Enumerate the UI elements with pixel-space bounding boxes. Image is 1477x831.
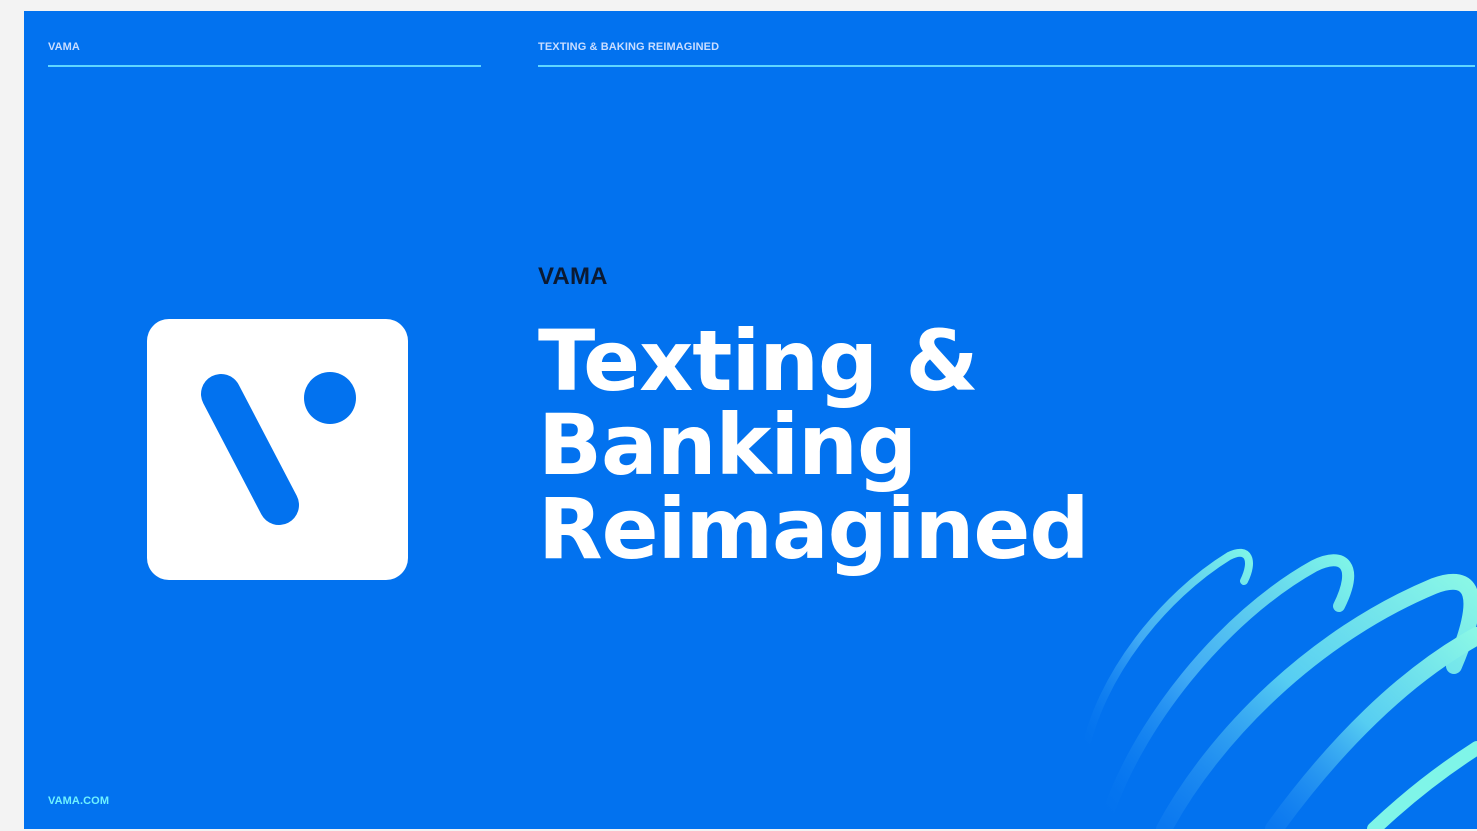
header-brand-label: VAMA (48, 41, 80, 53)
header-divider-right (538, 65, 1475, 67)
vama-v-logo-icon (201, 372, 356, 525)
headline-line-1: Texting & (538, 312, 979, 410)
slide-canvas: VAMA TEXTING & BAKING REIMAGINED VAMA Te… (24, 11, 1477, 829)
footer-website-link[interactable]: VAMA.COM (48, 795, 109, 807)
header-tagline-label: TEXTING & BAKING REIMAGINED (538, 41, 720, 53)
hero-eyebrow: VAMA (538, 263, 608, 290)
header-divider-left (48, 65, 481, 67)
headline-line-2: Banking (538, 396, 917, 494)
decorative-swirl-graphic (1080, 548, 1477, 829)
vama-logo (147, 319, 408, 580)
